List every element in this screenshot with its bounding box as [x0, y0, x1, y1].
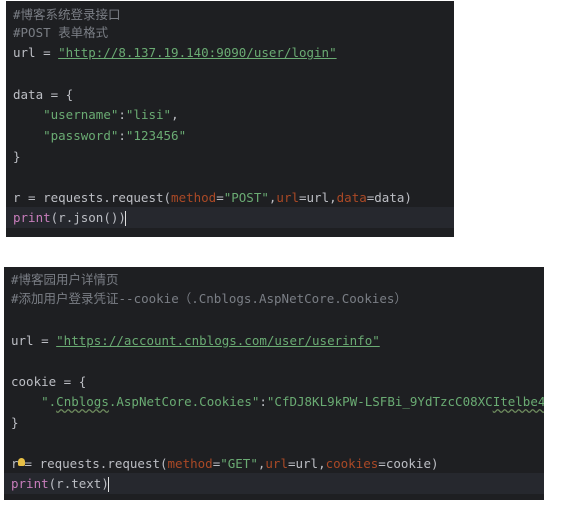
code-line: url = "http://8.137.19.140:9090/user/log…	[13, 42, 454, 63]
colon: :	[259, 394, 267, 409]
code-line-current: print(r.json())	[6, 207, 454, 228]
comment: #博客园用户详情页	[11, 272, 119, 287]
code-line: cookie = {	[11, 371, 544, 392]
builtin-function: print	[13, 210, 51, 225]
comment: #博客系统登录接口	[13, 7, 121, 22]
string: ".	[41, 394, 57, 409]
string: .AspNetCore.Cookies"	[108, 394, 260, 409]
code-line: url = "https://account.cnblogs.com/user/…	[11, 330, 544, 351]
keyword-arg: method	[167, 456, 213, 471]
dict-close: }	[13, 149, 21, 164]
call-args: (r.text)	[48, 476, 109, 491]
string: "123456"	[125, 128, 187, 143]
call-args: (r.json())	[50, 210, 126, 225]
comment: #POST 表单格式	[13, 25, 109, 40]
operator: =	[35, 45, 59, 60]
string: "GET"	[220, 456, 258, 471]
code-line: "username":"lisi",	[43, 107, 179, 122]
code-editor-userinfo[interactable]: #博客园用户详情页 #添加用户登录凭证--cookie（.Cnblogs.Asp…	[4, 267, 544, 500]
keyword-arg: method	[171, 190, 217, 205]
code-line: ".Cnblogs.AspNetCore.Cookies":"CfDJ8KL9k…	[11, 391, 544, 412]
keyword-arg: url	[265, 456, 288, 471]
keyword-arg: cookies	[325, 456, 379, 471]
code-line: }	[11, 412, 544, 433]
code-line: #博客园用户详情页	[11, 269, 544, 290]
string: "password"	[43, 128, 119, 143]
intention-bulb-icon[interactable]	[17, 457, 25, 466]
code-line: #POST 表单格式	[13, 22, 454, 43]
code-line: data = {	[13, 84, 454, 105]
string: "CfDJ8KL9kPW-LSFBi_9YdTzcC08XC	[266, 394, 493, 409]
string: "POST"	[223, 190, 269, 205]
call: = requests.request(	[24, 456, 168, 471]
string: "lisi"	[125, 107, 172, 122]
code-line-current: print(r.text)	[4, 473, 544, 494]
keyword-arg: url	[276, 190, 299, 205]
text-cursor	[124, 211, 126, 226]
code-editor-login[interactable]: #博客系统登录接口 #POST 表单格式 url = "http://8.137…	[6, 1, 454, 237]
dict-open: data = {	[13, 87, 74, 102]
variable: url	[11, 333, 34, 348]
text-cursor	[107, 477, 109, 492]
operator: =	[33, 333, 57, 348]
url-string-link[interactable]: "https://account.cnblogs.com/user/userin…	[56, 333, 380, 348]
dict-close: }	[11, 415, 19, 430]
code-line: #添加用户登录凭证--cookie（.Cnblogs.AspNetCore.Co…	[11, 288, 544, 309]
code-line: }	[13, 146, 454, 167]
arg: =cookie)	[378, 456, 439, 471]
url-string-link[interactable]: "http://8.137.19.140:9090/user/login"	[58, 45, 336, 60]
keyword-arg: data	[336, 190, 367, 205]
arg: =url,	[287, 456, 326, 471]
code-line: r = requests.request(method="GET",url=url…	[11, 456, 439, 471]
arg: =url,	[299, 190, 337, 205]
dict-open: cookie = {	[11, 374, 87, 389]
string-spellcheck: Cnblogs	[56, 394, 109, 409]
call: r = requests.request(	[13, 190, 172, 205]
string-spellcheck: Itelbe4i	[492, 394, 544, 409]
string: "username"	[43, 107, 119, 122]
comment: #添加用户登录凭证--cookie（.Cnblogs.AspNetCore.Co…	[11, 291, 407, 306]
variable: url	[13, 45, 36, 60]
code-line: "password":"123456"	[43, 128, 187, 143]
arg: =data)	[366, 190, 412, 205]
builtin-function: print	[11, 476, 49, 491]
code-line: r = requests.request(method="POST",url=u…	[13, 190, 412, 205]
